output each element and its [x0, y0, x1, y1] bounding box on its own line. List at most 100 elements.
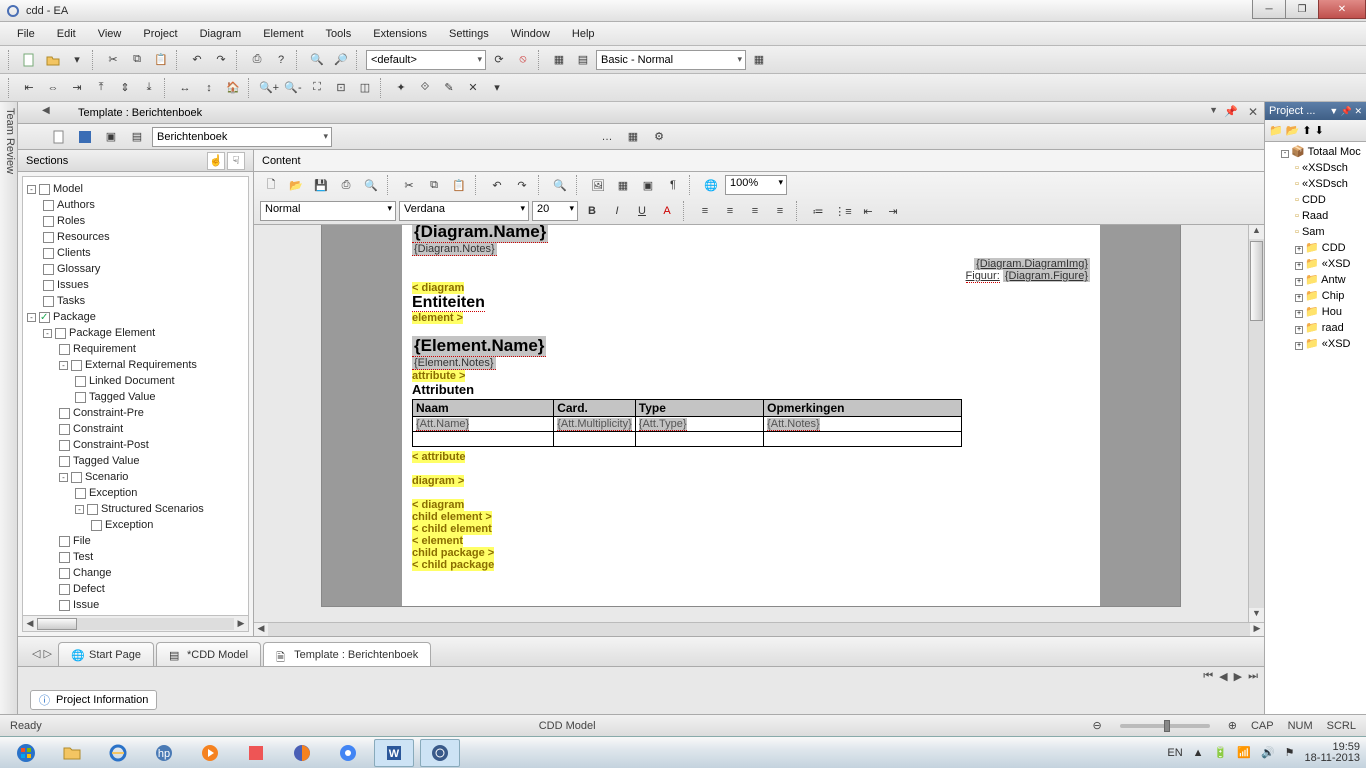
- pushpin-icon[interactable]: 📌: [1224, 105, 1238, 118]
- chrome-icon[interactable]: [328, 739, 368, 767]
- chevron-left-icon[interactable]: ◀: [42, 105, 50, 116]
- template-name-combo[interactable]: Berichtenboek: [152, 127, 332, 147]
- project-tree-item[interactable]: +📁 Antw: [1295, 272, 1364, 288]
- dropdown-icon[interactable]: ▾: [66, 49, 88, 71]
- tray-wifi-icon[interactable]: 📶: [1237, 746, 1251, 759]
- menu-file[interactable]: File: [8, 25, 44, 43]
- style-combo[interactable]: Normal: [260, 201, 396, 221]
- zoom-slider[interactable]: [1120, 724, 1210, 728]
- project-tree-item[interactable]: +📁 Chip: [1295, 288, 1364, 304]
- tmpl-saveall-icon[interactable]: ▣: [100, 126, 122, 148]
- zoom-100-icon[interactable]: ⊡: [330, 77, 352, 99]
- tree-item[interactable]: -External RequirementsLinked DocumentTag…: [59, 357, 246, 405]
- project-tree-item[interactable]: +📁 CDD: [1295, 240, 1364, 256]
- project-tree-item[interactable]: +📁 «XSD: [1295, 256, 1364, 272]
- project-tree-item[interactable]: ▫ Sam: [1295, 224, 1364, 240]
- editor-vscroll[interactable]: ▲▼: [1248, 225, 1264, 622]
- align-left-icon[interactable]: ⇤: [18, 77, 40, 99]
- menu-element[interactable]: Element: [254, 25, 312, 43]
- menu-window[interactable]: Window: [502, 25, 559, 43]
- tree-item[interactable]: -Structured ScenariosException: [75, 501, 246, 533]
- hand-down-icon[interactable]: ☟: [227, 152, 245, 170]
- paste-icon[interactable]: 📋: [150, 49, 172, 71]
- tool1-icon[interactable]: ✦: [390, 77, 412, 99]
- refresh-icon[interactable]: ⟳: [488, 49, 510, 71]
- chevron-down-icon[interactable]: ▼: [1209, 105, 1218, 115]
- tray-up-icon[interactable]: ▲: [1193, 747, 1204, 759]
- minimize-button[interactable]: ─: [1252, 0, 1286, 19]
- project-tree-item[interactable]: +📁 Hou: [1295, 304, 1364, 320]
- ed-new-icon[interactable]: 🗋: [260, 174, 282, 196]
- tree-item[interactable]: Exception: [91, 517, 246, 533]
- underline-icon[interactable]: U: [631, 200, 653, 222]
- tree-item[interactable]: Defect: [59, 581, 246, 597]
- tab-cdd-model[interactable]: ▤ *CDD Model: [156, 642, 261, 666]
- outdent-icon[interactable]: ⇤: [857, 200, 879, 222]
- tree-item[interactable]: Exception: [75, 485, 246, 501]
- tray-clock[interactable]: 19:59 18-11-2013: [1305, 742, 1360, 764]
- undo-icon[interactable]: ↶: [186, 49, 208, 71]
- align-right-icon[interactable]: ⇥: [66, 77, 88, 99]
- redo-icon[interactable]: ↷: [210, 49, 232, 71]
- menu-extensions[interactable]: Extensions: [364, 25, 436, 43]
- help-icon[interactable]: ?: [270, 49, 292, 71]
- nav-next-icon[interactable]: ▶: [1234, 670, 1242, 683]
- ed-open-icon[interactable]: 📂: [285, 174, 307, 196]
- project-tree[interactable]: -📦 Totaal Moc ▫ «XSDsch▫ «XSDsch▫ CDD▫ R…: [1265, 142, 1366, 714]
- zoom-out-btn[interactable]: ⊖: [1093, 719, 1102, 732]
- ed-para-icon[interactable]: ¶: [662, 174, 684, 196]
- word-icon[interactable]: W: [374, 739, 414, 767]
- menu-help[interactable]: Help: [563, 25, 604, 43]
- nav-last-icon[interactable]: ⏭: [1248, 670, 1258, 683]
- tree-item[interactable]: -Package ElementRequirement-External Req…: [43, 325, 246, 613]
- tree-item[interactable]: Linked Document: [75, 373, 246, 389]
- ed-redo-icon[interactable]: ↷: [511, 174, 533, 196]
- nav-first-icon[interactable]: ⏮: [1203, 670, 1213, 683]
- tree-item[interactable]: Issues: [43, 277, 246, 293]
- tree-item[interactable]: File: [59, 533, 246, 549]
- tree-item[interactable]: Change: [59, 565, 246, 581]
- numlist-icon[interactable]: ≔: [807, 200, 829, 222]
- ed-table-icon[interactable]: ▦: [612, 174, 634, 196]
- tab-scroll-left-icon[interactable]: ◁ ▷: [32, 647, 52, 660]
- maximize-button[interactable]: ❐: [1285, 0, 1319, 19]
- ed-save-icon[interactable]: 💾: [310, 174, 332, 196]
- firefox-icon[interactable]: [282, 739, 322, 767]
- bold-icon[interactable]: B: [581, 200, 603, 222]
- hand-up-icon[interactable]: ☝: [207, 152, 225, 170]
- align-center-icon[interactable]: ⇔: [42, 77, 64, 99]
- tree-item[interactable]: -Package-Package ElementRequirement-Exte…: [27, 309, 246, 613]
- stop-icon[interactable]: ⦸: [512, 49, 534, 71]
- tree-item[interactable]: Constraint-Post: [59, 437, 246, 453]
- tmpl-dots-icon[interactable]: …: [596, 126, 618, 148]
- tree-item[interactable]: Clients: [43, 245, 246, 261]
- dist-h-icon[interactable]: ↔: [174, 77, 196, 99]
- rp-folder-icon[interactable]: 📁: [1269, 124, 1283, 137]
- project-tree-item[interactable]: +📁 «XSD: [1295, 336, 1364, 352]
- tree-item[interactable]: Tasks: [43, 293, 246, 309]
- basic-combo[interactable]: Basic - Normal: [596, 50, 746, 70]
- indent-icon[interactable]: ⇥: [882, 200, 904, 222]
- align-top-icon[interactable]: ⤒: [90, 77, 112, 99]
- ed-globe-icon[interactable]: 🌐: [700, 174, 722, 196]
- tray-flag-icon[interactable]: ⚑: [1285, 746, 1295, 759]
- menu-view[interactable]: View: [89, 25, 131, 43]
- tree-item[interactable]: Glossary: [43, 261, 246, 277]
- zoom-in-icon[interactable]: 🔍+: [258, 77, 280, 99]
- align-l-icon[interactable]: ≡: [694, 200, 716, 222]
- tree-item[interactable]: Constraint: [59, 421, 246, 437]
- tree-item[interactable]: Resources: [43, 229, 246, 245]
- tray-lang[interactable]: EN: [1167, 747, 1182, 759]
- tab-template[interactable]: 🗎 Template : Berichtenboek: [263, 642, 431, 666]
- align-bot-icon[interactable]: ⤓: [138, 77, 160, 99]
- dist-v-icon[interactable]: ↕: [198, 77, 220, 99]
- zoom-sel-icon[interactable]: ◫: [354, 77, 376, 99]
- layers-icon[interactable]: ▤: [572, 49, 594, 71]
- project-tree-item[interactable]: +📁 raad: [1295, 320, 1364, 336]
- bullist-icon[interactable]: ⋮≡: [832, 200, 854, 222]
- tree-item[interactable]: -ScenarioException-Structured ScenariosE…: [59, 469, 246, 533]
- align-mid-icon[interactable]: ⇕: [114, 77, 136, 99]
- zoom-out-icon[interactable]: 🔍-: [282, 77, 304, 99]
- tmpl-save-icon[interactable]: [74, 126, 96, 148]
- zoom-in-btn[interactable]: ⊕: [1228, 719, 1237, 732]
